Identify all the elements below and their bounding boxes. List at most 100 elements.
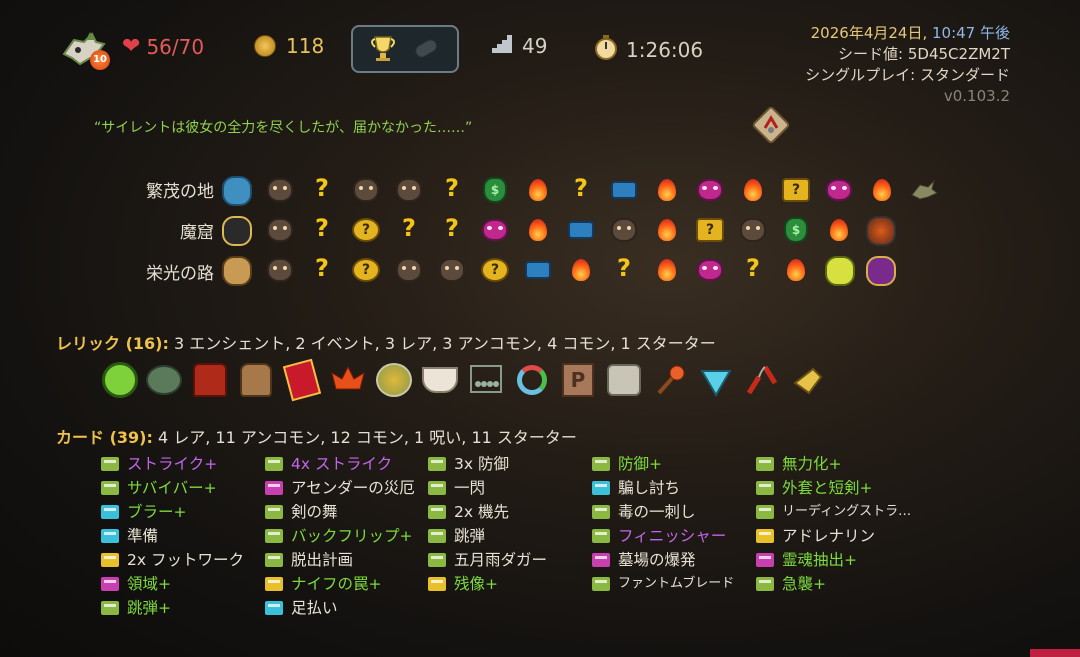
ring-of-snake-relic-icon[interactable] [102,362,138,398]
monster-node-icon[interactable] [266,176,294,204]
monster-node-icon[interactable] [266,216,294,244]
card-entry[interactable]: 領域+ [101,573,171,595]
seed-text[interactable]: シード値: 5D45C2ZM2T [805,44,1010,65]
card-entry[interactable]: アセンダーの災厄 [265,477,415,499]
card-entry[interactable]: フィニッシャー [592,525,726,547]
card-entry[interactable]: 外套と短剣+ [756,477,873,499]
card-entry[interactable]: 五月雨ダガー [428,549,547,571]
mailbox-relic-icon[interactable] [192,362,228,398]
card-entry[interactable]: 剣の舞 [265,501,338,523]
lotus-relic-icon[interactable] [330,362,366,398]
unknown-node-icon[interactable]: ? [308,174,336,202]
elite-node-icon[interactable] [825,176,853,204]
potion-belt[interactable] [351,25,459,73]
rest-site-icon[interactable] [567,256,595,284]
card-entry[interactable]: ストライク+ [101,453,217,475]
map-tile-icon[interactable] [752,106,790,144]
unknown-monster-icon[interactable]: ? [352,256,380,284]
card-entry[interactable]: ブラー+ [101,501,187,523]
card-entry[interactable]: 防御+ [592,453,662,475]
rest-site-icon[interactable] [653,176,681,204]
card-entry[interactable]: 3x 防御 [428,453,509,475]
monster-node-icon[interactable] [266,256,294,284]
elite-node-icon[interactable] [696,256,724,284]
rest-site-icon[interactable] [524,216,552,244]
treasure-node-icon[interactable] [567,216,595,244]
boss-icon[interactable] [866,216,896,246]
monster-node-icon[interactable] [395,176,423,204]
corner-tab[interactable] [1030,649,1080,657]
treasure-node-icon[interactable] [610,176,638,204]
backpack-relic-icon[interactable] [238,362,274,398]
red-book-relic-icon[interactable] [282,358,322,402]
p-block-relic-icon[interactable]: P [560,362,596,398]
soup-bowl-relic-icon[interactable] [376,362,412,398]
card-entry[interactable]: 跳弾 [428,525,485,547]
card-entry[interactable]: バックフリップ+ [265,525,413,547]
elite-node-icon[interactable] [696,176,724,204]
prismatic-ring-relic-icon[interactable] [514,362,550,398]
monster-node-icon[interactable] [395,256,423,284]
rest-site-icon[interactable] [868,176,896,204]
rest-site-icon[interactable] [825,216,853,244]
treasure-node-icon[interactable] [524,256,552,284]
card-entry[interactable]: 4x ストライク [265,453,392,475]
bandage-relic-icon[interactable] [606,362,642,398]
crystal-relic-icon[interactable] [698,362,734,398]
rest-site-icon[interactable] [782,256,810,284]
unknown-node-icon[interactable]: ? [567,174,595,202]
rest-site-icon[interactable] [524,176,552,204]
unknown-node-icon[interactable]: ? [438,174,466,202]
monster-node-icon[interactable] [352,176,380,204]
card-entry[interactable]: 無力化+ [756,453,842,475]
monster-node-icon[interactable] [739,216,767,244]
shop-node-icon[interactable]: $ [782,216,810,244]
unknown-node-icon[interactable]: ? [610,254,638,282]
boss-icon[interactable] [222,176,252,206]
card-entry[interactable]: サバイバー+ [101,477,217,499]
elite-node-icon[interactable] [481,216,509,244]
monster-node-icon[interactable] [438,256,466,284]
horn-relic-icon[interactable] [790,362,826,398]
card-entry[interactable]: 脱出計画 [265,549,353,571]
card-entry[interactable]: 毒の一刺し [592,501,696,523]
card-entry[interactable]: ナイフの罠+ [265,573,382,595]
unknown-monster-icon[interactable]: ? [352,216,380,244]
boss-dragon-icon[interactable] [910,176,938,204]
unknown-node-icon[interactable]: ? [739,254,767,282]
shop-node-icon[interactable]: $ [481,176,509,204]
boss-icon[interactable] [866,256,896,286]
newtons-cradle-relic-icon[interactable] [468,362,504,398]
boss-icon[interactable] [222,256,252,286]
rest-site-icon[interactable] [739,176,767,204]
empty-potion-slot-icon[interactable] [411,37,443,59]
card-entry[interactable]: リーディングストラ… [756,501,911,523]
unknown-node-icon[interactable]: ? [438,214,466,242]
boss-icon[interactable] [222,216,252,246]
card-entry[interactable]: 2x フットワーク [101,549,244,571]
card-entry[interactable]: 足払い [265,597,338,619]
unknown-node-icon[interactable]: ? [395,214,423,242]
card-entry[interactable]: 墓場の爆発 [592,549,696,571]
card-entry[interactable]: 跳弾+ [101,597,171,619]
rest-site-icon[interactable] [653,216,681,244]
card-entry[interactable]: 急襲+ [756,573,826,595]
card-entry[interactable]: 残像+ [428,573,498,595]
card-entry[interactable]: アドレナリン [756,525,875,547]
unknown-node-icon[interactable]: ? [308,254,336,282]
unknown-monster-icon[interactable]: ? [481,256,509,284]
card-entry[interactable]: 準備 [101,525,158,547]
card-entry[interactable]: ファントムブレード [592,573,734,595]
stone-relic-icon[interactable] [146,362,182,398]
card-entry[interactable]: 一閃 [428,477,485,499]
unknown-chest-icon[interactable]: ? [696,216,724,244]
unknown-chest-icon[interactable]: ? [782,176,810,204]
rest-site-icon[interactable] [653,256,681,284]
nunchaku-relic-icon[interactable] [744,362,780,398]
card-entry[interactable]: 騙し討ち [592,477,680,499]
unknown-node-icon[interactable]: ? [308,214,336,242]
potion-trophy-icon[interactable] [369,33,397,63]
card-entry[interactable]: 霊魂抽出+ [756,549,857,571]
teacup-relic-icon[interactable] [422,362,458,398]
mace-relic-icon[interactable] [652,362,688,398]
